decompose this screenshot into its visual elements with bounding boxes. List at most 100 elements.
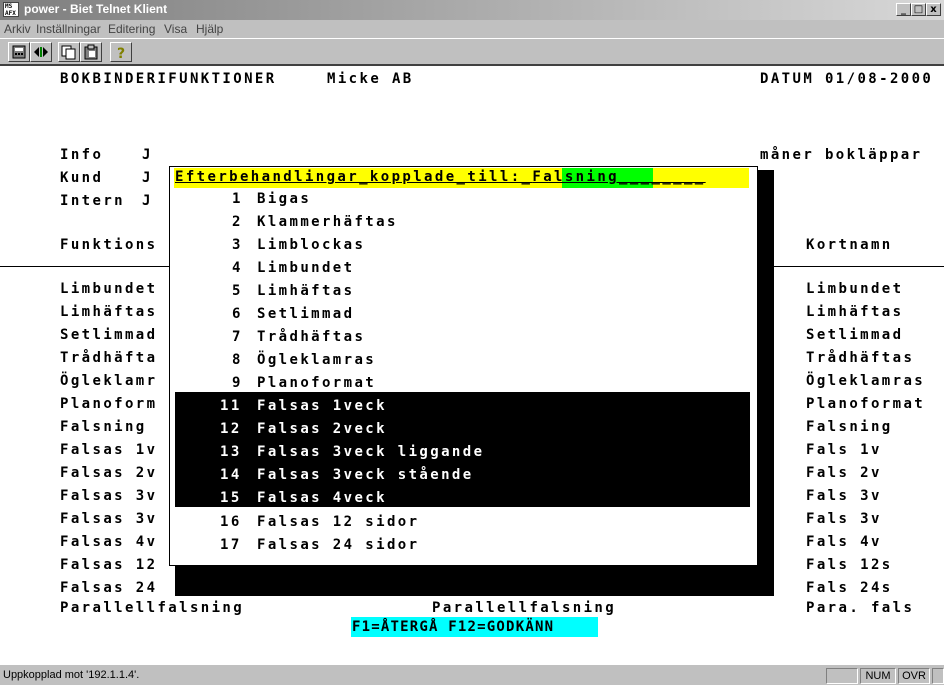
right-note: måner bokläppar <box>760 147 923 163</box>
right-row: Fals 12s <box>806 557 893 573</box>
popup-item-num: 14 <box>220 467 242 483</box>
intern-label: Intern <box>60 193 125 209</box>
kortnamn-label: Kortnamn <box>806 237 893 253</box>
popup-item-num: 3 <box>232 237 243 253</box>
connection-status: Uppkopplad mot '192.1.1.4'. <box>3 669 140 681</box>
popup-item-num: 2 <box>232 214 243 230</box>
paste-icon <box>84 44 98 60</box>
right-row: Setlimmad <box>806 327 904 343</box>
right-row: Fals 3v <box>806 488 882 504</box>
popup-item-num: 11 <box>220 398 242 414</box>
calculator-icon <box>12 45 26 59</box>
status-panel-end <box>932 668 944 684</box>
title-bar: MS AFX power - Biet Telnet Klient _ □ x <box>0 0 944 20</box>
popup-item-num: 16 <box>220 514 242 530</box>
menu-bar: Arkiv Inställningar Editering Visa Hjälp <box>0 20 944 38</box>
menu-visa[interactable]: Visa <box>164 22 187 36</box>
right-row: Ögleklamras <box>806 373 926 389</box>
right-row: Fals 4v <box>806 534 882 550</box>
popup-item-selected[interactable]: Falsas 3veck liggande <box>257 443 484 461</box>
status-bar: Uppkopplad mot '192.1.1.4'. NUM OVR <box>0 664 944 685</box>
parallel-right: Para. fals <box>806 600 915 616</box>
popup-item-selected[interactable]: Falsas 4veck <box>257 489 387 507</box>
company-name: Micke AB <box>327 71 414 87</box>
menu-editering[interactable]: Editering <box>108 22 155 36</box>
popup-item-num: 9 <box>232 375 243 391</box>
close-button[interactable]: x <box>926 3 941 16</box>
popup-item-num: 12 <box>220 421 242 437</box>
menu-arkiv[interactable]: Arkiv <box>4 22 31 36</box>
kund-label: Kund <box>60 170 104 186</box>
popup-item[interactable]: Limhäftas <box>257 282 354 300</box>
popup-item-selected[interactable]: Falsas 1veck <box>257 397 387 415</box>
date-display: DATUM 01/08-2000 <box>760 71 934 87</box>
funktions-label: Funktions <box>60 237 158 253</box>
left-row: Setlimmad <box>60 327 158 343</box>
right-row: Falsning <box>806 419 893 435</box>
menu-hjalp[interactable]: Hjälp <box>196 22 223 36</box>
svg-text:?: ? <box>117 46 125 61</box>
left-row: Ögleklamr <box>60 373 158 389</box>
popup-item[interactable]: Falsas 24 sidor <box>257 536 419 554</box>
right-row: Fals 1v <box>806 442 882 458</box>
fkey-legend[interactable]: F1=ÅTERGÅ F12=GODKÄNN <box>352 618 554 636</box>
maximize-button[interactable]: □ <box>911 3 926 16</box>
popup-item[interactable]: Ögleklamras <box>257 351 376 369</box>
app-icon[interactable]: MS AFX <box>3 2 19 17</box>
right-row: Fals 2v <box>806 465 882 481</box>
popup-title: Efterbehandlingar_kopplade_till:_Falsnin… <box>175 168 706 186</box>
popup-item-num: 7 <box>232 329 243 345</box>
popup-shadow <box>175 566 774 596</box>
copy-button[interactable] <box>58 42 80 62</box>
left-row: Falsas 24 <box>60 580 158 596</box>
right-row: Fals 3v <box>806 511 882 527</box>
parallel-mid: Parallellfalsning <box>432 600 617 616</box>
popup-item[interactable]: Klammerhäftas <box>257 213 398 231</box>
left-row: Falsas 3v <box>60 488 158 504</box>
popup-shadow <box>758 170 774 596</box>
popup-item-num: 6 <box>232 306 243 322</box>
popup-item[interactable]: Trådhäftas <box>257 328 365 346</box>
popup-item[interactable]: Planoformat <box>257 374 376 392</box>
left-row: Falsning <box>60 419 147 435</box>
popup-item-num: 17 <box>220 537 242 553</box>
connect-arrows-icon <box>34 47 48 57</box>
num-indicator: NUM <box>860 668 896 684</box>
paste-button[interactable] <box>80 42 102 62</box>
header-title: BOKBINDERIFUNKTIONER <box>60 71 277 87</box>
right-row: Limhäftas <box>806 304 904 320</box>
popup-title-prefix: Efterbehandlingar_kopplade_till:_ <box>175 169 533 185</box>
help-icon: ? <box>117 46 125 62</box>
kund-value[interactable]: J <box>142 169 153 187</box>
left-row: Falsas 2v <box>60 465 158 481</box>
copy-icon <box>61 45 76 60</box>
popup-item-num: 13 <box>220 444 242 460</box>
left-row: Falsas 12 <box>60 557 158 573</box>
popup-item[interactable]: Setlimmad <box>257 305 354 323</box>
intern-value[interactable]: J <box>142 192 153 210</box>
ovr-indicator: OVR <box>898 668 930 684</box>
popup-title-value: Falsning <box>532 169 619 185</box>
help-button[interactable]: ? <box>110 42 132 62</box>
connect-button[interactable] <box>30 42 52 62</box>
info-value[interactable]: J <box>142 146 153 164</box>
status-panel-empty <box>826 668 858 684</box>
calculator-button[interactable] <box>8 42 30 62</box>
left-row: Limbundet <box>60 281 158 297</box>
popup-item-selected[interactable]: Falsas 2veck <box>257 420 387 438</box>
minimize-button[interactable]: _ <box>896 3 911 16</box>
left-row: Falsas 1v <box>60 442 158 458</box>
right-row: Fals 24s <box>806 580 893 596</box>
popup-item[interactable]: Limbundet <box>257 259 354 277</box>
popup-item[interactable]: Bigas <box>257 190 311 208</box>
popup-item-num: 15 <box>220 490 242 506</box>
parallel-left: Parallellfalsning <box>60 600 245 616</box>
menu-installningar[interactable]: Inställningar <box>36 22 101 36</box>
popup-item-selected[interactable]: Falsas 3veck stående <box>257 466 474 484</box>
info-label: Info <box>60 147 104 163</box>
popup-item[interactable]: Falsas 12 sidor <box>257 513 419 531</box>
window-title: power - Biet Telnet Klient <box>24 2 168 16</box>
popup-item[interactable]: Limblockas <box>257 236 365 254</box>
left-row: Trådhäfta <box>60 350 158 366</box>
left-row: Limhäftas <box>60 304 158 320</box>
